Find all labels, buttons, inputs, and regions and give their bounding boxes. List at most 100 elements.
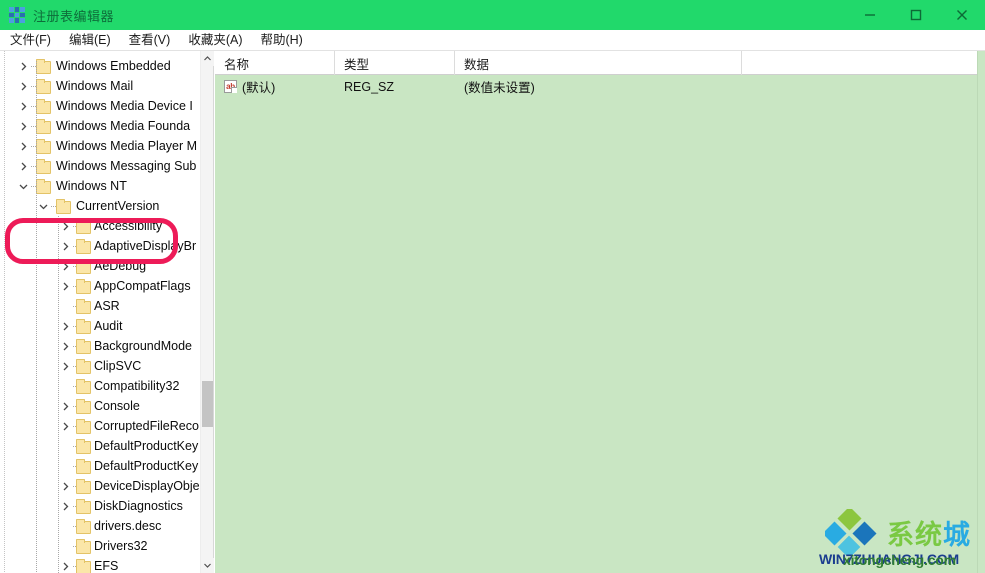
folder-icon	[36, 179, 51, 194]
chevron-right-icon[interactable]	[16, 79, 30, 93]
chevron-right-icon[interactable]	[58, 239, 72, 253]
chevron-right-icon[interactable]	[16, 59, 30, 73]
tree-item-label: Console	[94, 399, 140, 413]
tree-item-label: DefaultProductKey	[94, 439, 199, 453]
tree-item[interactable]: ClipSVC	[0, 356, 200, 376]
tree-item[interactable]: DiskDiagnostics	[0, 496, 200, 516]
tree-item[interactable]: Drivers32	[0, 536, 200, 556]
chevron-right-icon[interactable]	[58, 219, 72, 233]
folder-icon	[76, 319, 91, 334]
menu-item-5[interactable]: 帮助(H)	[252, 30, 310, 50]
chevron-right-icon[interactable]	[58, 279, 72, 293]
menu-item-3[interactable]: 查看(V)	[121, 30, 179, 50]
tree-item[interactable]: CurrentVersion	[0, 196, 200, 216]
chevron-right-icon[interactable]	[16, 159, 30, 173]
folder-icon	[36, 79, 51, 94]
column-header-4[interactable]	[742, 51, 977, 75]
tree-item-label: Accessibility	[94, 219, 163, 233]
registry-tree-pane[interactable]: Windows Embedded Windows Mail Windows Medi…	[0, 51, 214, 573]
tree-item[interactable]: EFS	[0, 556, 200, 573]
tree-item-label: Drivers32	[94, 539, 148, 553]
menu-bar: 文件(F) 编辑(E) 查看(V) 收藏夹(A) 帮助(H)	[0, 30, 985, 51]
title-bar: 注册表编辑器	[0, 0, 985, 30]
tree-item[interactable]: Audit	[0, 316, 200, 336]
values-list-rows[interactable]: ab (默认) REG_SZ (数值未设置)	[215, 76, 977, 97]
menu-item-2[interactable]: 编辑(E)	[61, 30, 119, 50]
table-row[interactable]: ab (默认) REG_SZ (数值未设置)	[215, 76, 977, 97]
tree-item[interactable]: AppCompatFlags	[0, 276, 200, 296]
tree-item[interactable]: DeviceDisplayObje	[0, 476, 200, 496]
column-header-2[interactable]: 类型	[335, 51, 455, 75]
folder-icon	[76, 379, 91, 394]
scrollbar-thumb[interactable]	[202, 381, 213, 427]
tree-item[interactable]: DefaultProductKey	[0, 456, 200, 476]
tree-item[interactable]: Windows Mail	[0, 76, 200, 96]
tree-item-label: drivers.desc	[94, 519, 162, 533]
chevron-right-icon[interactable]	[16, 139, 30, 153]
minimize-button[interactable]	[847, 0, 893, 30]
menu-item-4[interactable]: 收藏夹(A)	[180, 30, 250, 50]
tree-vertical-guide	[36, 61, 37, 573]
close-button[interactable]	[939, 0, 985, 30]
folder-icon	[76, 539, 91, 554]
chevron-right-icon[interactable]	[58, 319, 72, 333]
folder-icon	[76, 359, 91, 374]
tree-item[interactable]: Windows Media Player M	[0, 136, 200, 156]
chevron-right-icon[interactable]	[16, 119, 30, 133]
scroll-down-button[interactable]	[201, 558, 214, 573]
chevron-right-icon[interactable]	[16, 99, 30, 113]
chevron-down-icon[interactable]	[16, 179, 30, 193]
folder-icon	[36, 159, 51, 174]
folder-icon	[76, 339, 91, 354]
chevron-right-icon[interactable]	[58, 399, 72, 413]
chevron-down-icon[interactable]	[36, 199, 50, 213]
chevron-right-icon[interactable]	[58, 559, 72, 573]
folder-icon	[36, 99, 51, 114]
tree-item-label: DeviceDisplayObje	[94, 479, 200, 493]
tree-item-label: Windows Media Player M	[56, 139, 198, 153]
tree-item-label: DiskDiagnostics	[94, 499, 183, 513]
tree-item[interactable]: BackgroundMode	[0, 336, 200, 356]
column-header-3[interactable]: 数据	[455, 51, 742, 75]
tree-item[interactable]: ASR	[0, 296, 200, 316]
tree-item[interactable]: Accessibility	[0, 216, 200, 236]
tree-item[interactable]: Windows Embedded	[0, 56, 200, 76]
chevron-right-icon[interactable]	[58, 259, 72, 273]
registry-grid-icon	[9, 7, 25, 23]
folder-icon	[76, 459, 91, 474]
tree-item[interactable]: Windows NT	[0, 176, 200, 196]
tree-item[interactable]: CorruptedFileReco	[0, 416, 200, 436]
tree-item-label: ASR	[94, 299, 120, 313]
tree-scrollbar[interactable]	[200, 51, 214, 573]
folder-icon	[76, 219, 91, 234]
folder-icon	[36, 59, 51, 74]
chevron-right-icon[interactable]	[58, 479, 72, 493]
tree-item[interactable]: DefaultProductKey	[0, 436, 200, 456]
tree-item-label: Windows Media Founda	[56, 119, 191, 133]
chevron-right-icon[interactable]	[58, 359, 72, 373]
tree-item[interactable]: Windows Media Device I	[0, 96, 200, 116]
chevron-right-icon[interactable]	[58, 339, 72, 353]
chevron-right-icon[interactable]	[58, 419, 72, 433]
window-title: 注册表编辑器	[33, 8, 115, 24]
tree-item[interactable]: AdaptiveDisplayBr	[0, 236, 200, 256]
values-list-pane[interactable]: 名称 类型 数据 ab (默认) REG_SZ (数值未设置)	[215, 51, 985, 573]
tree-item[interactable]: Compatibility32	[0, 376, 200, 396]
tree-item[interactable]: AeDebug	[0, 256, 200, 276]
values-list-header[interactable]: 名称 类型 数据	[215, 51, 977, 75]
tree-item[interactable]: drivers.desc	[0, 516, 200, 536]
folder-icon	[76, 259, 91, 274]
tree-item[interactable]: Windows Media Founda	[0, 116, 200, 136]
tree-item[interactable]: Console	[0, 396, 200, 416]
scroll-up-button[interactable]	[201, 51, 214, 66]
cell-data: (数值未设置)	[464, 81, 535, 95]
maximize-button[interactable]	[893, 0, 939, 30]
menu-item-1[interactable]: 文件(F)	[2, 30, 59, 50]
column-header-1[interactable]: 名称	[215, 51, 335, 75]
tree-item-label: Windows Mail	[56, 79, 134, 93]
window-controls	[847, 0, 985, 30]
tree-item-label: CorruptedFileReco	[94, 419, 199, 433]
tree-item-label: Windows Messaging Sub	[56, 159, 197, 173]
chevron-right-icon[interactable]	[58, 499, 72, 513]
tree-item[interactable]: Windows Messaging Sub	[0, 156, 200, 176]
